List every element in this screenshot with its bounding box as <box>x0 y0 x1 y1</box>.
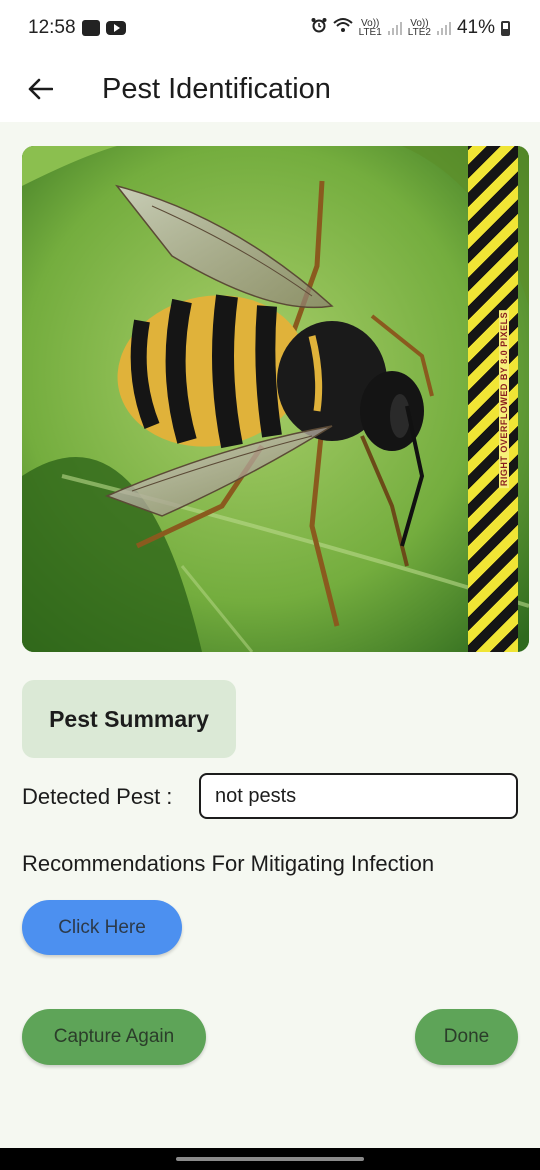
alarm-icon <box>311 17 327 39</box>
done-button[interactable]: Done <box>415 1009 518 1065</box>
system-nav-bar <box>0 1148 540 1170</box>
signal-icon <box>387 21 402 35</box>
pest-summary-title: Pest Summary <box>49 705 209 732</box>
click-here-label: Click Here <box>58 916 146 938</box>
click-here-button[interactable]: Click Here <box>22 900 182 955</box>
gallery-icon <box>81 20 100 36</box>
capture-again-button[interactable]: Capture Again <box>22 1009 206 1065</box>
battery-icon <box>501 20 510 36</box>
status-left: 12:58 <box>28 17 126 39</box>
status-bar: 12:58 Vo)) LTE1 Vo)) LTE2 41% <box>0 0 540 56</box>
wifi-icon <box>332 17 353 39</box>
recommendations-label: Recommendations For Mitigating Infection <box>22 851 435 876</box>
signal-icon-2 <box>436 21 451 35</box>
detected-pest-label: Detected Pest : <box>22 784 173 809</box>
status-right: Vo)) LTE1 Vo)) LTE2 41% <box>311 17 510 39</box>
sim2-label: Vo)) LTE2 <box>407 18 431 38</box>
youtube-icon <box>105 21 126 35</box>
sim1-label: Vo)) LTE1 <box>358 18 382 38</box>
arrow-left-icon <box>28 78 53 100</box>
page-title: Pest Identification <box>102 72 331 105</box>
detected-pest-value: not pests <box>215 784 297 807</box>
capture-again-label: Capture Again <box>53 1026 175 1047</box>
overflow-warning-stripe <box>468 146 518 652</box>
back-button[interactable] <box>0 56 80 122</box>
pest-image <box>22 146 529 652</box>
pest-summary-card: Pest Summary <box>22 680 236 758</box>
home-indicator[interactable] <box>176 1157 364 1161</box>
overflow-warning-text: RIGHT OVERFLOWED BY 8.0 PIXELS <box>499 309 509 489</box>
status-time: 12:58 <box>28 17 76 38</box>
done-label: Done <box>443 1026 490 1047</box>
battery-percent: 41% <box>456 17 495 38</box>
app-bar: Pest Identification <box>0 56 540 122</box>
detected-pest-field[interactable]: not pests <box>199 773 518 819</box>
